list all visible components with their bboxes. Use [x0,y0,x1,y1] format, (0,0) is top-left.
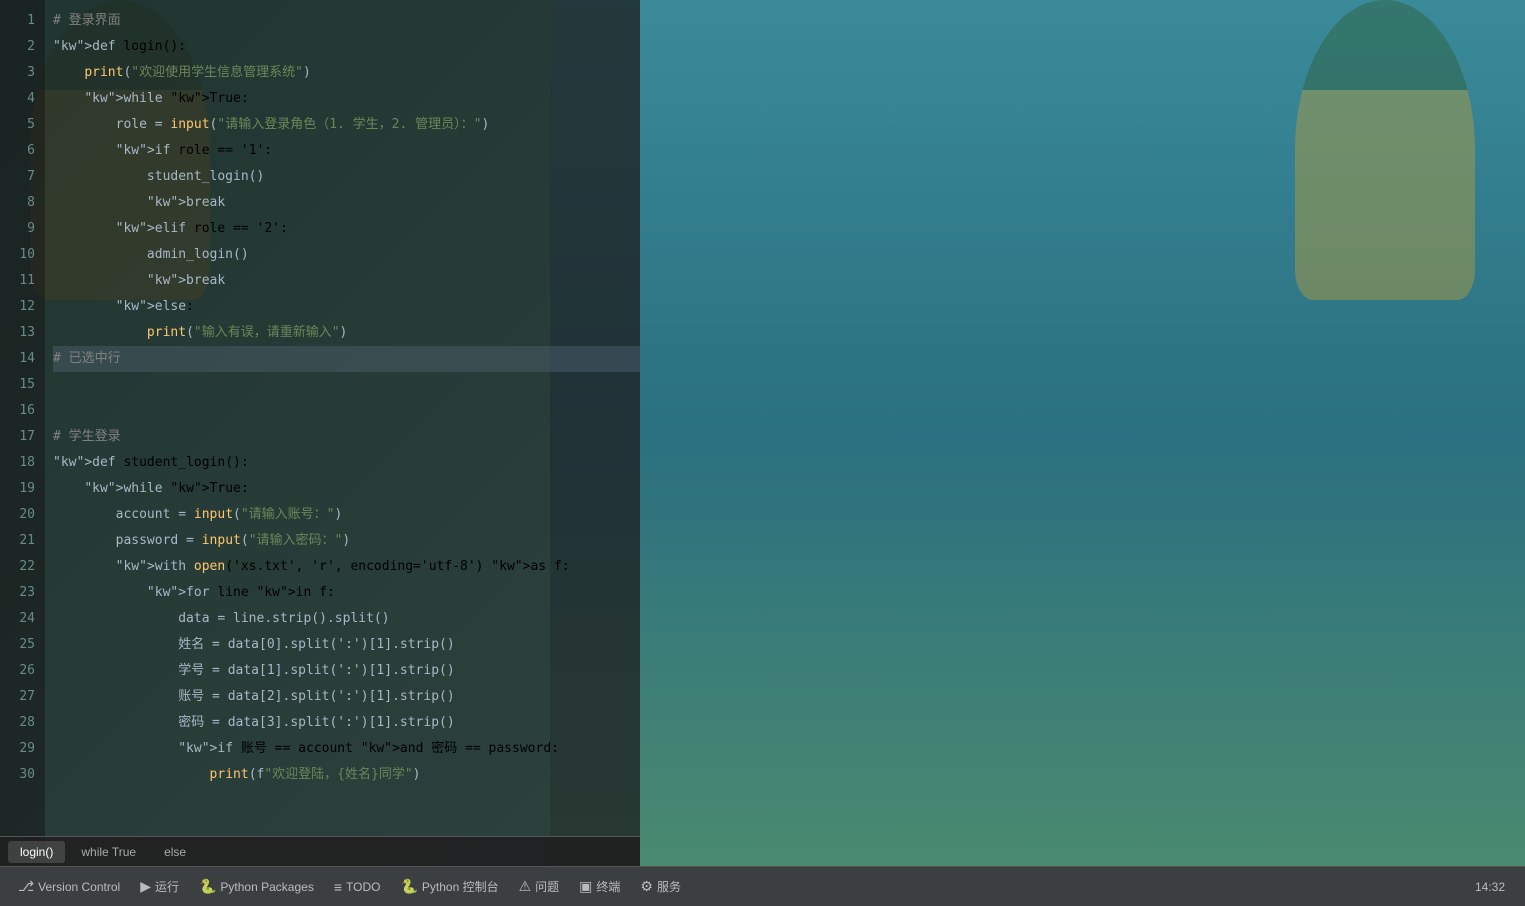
status-icon-2: 🐍 [199,878,216,895]
status-label-0: Version Control [38,880,120,894]
status-icon-7: ⚙ [640,878,653,895]
status-icon-4: 🐍 [400,878,417,895]
status-icon-1: ▶ [140,878,151,895]
clock: 14:32 [1463,880,1517,894]
status-icon-0: ⎇ [18,878,34,895]
editor-tab-0[interactable]: login() [8,841,65,863]
editor-tab-2[interactable]: else [152,841,198,863]
status-item-6[interactable]: ▣终端 [569,878,630,895]
status-item-7[interactable]: ⚙服务 [630,878,691,895]
status-label-3: TODO [346,880,380,894]
line-numbers: 1234567891011121314151617181920212223242… [0,0,45,866]
status-item-5[interactable]: ⚠问题 [509,878,570,895]
status-icon-5: ⚠ [519,878,532,895]
editor-tab-1[interactable]: while True [69,841,148,863]
status-label-2: Python Packages [220,880,313,894]
status-item-0[interactable]: ⎇ Version Control [8,878,130,895]
status-item-4[interactable]: 🐍 Python 控制台 [390,878,508,895]
status-bar: ⎇ Version Control ▶运行 🐍 Python Packages ≡ TODO… [0,866,1525,906]
status-label-1: 运行 [155,878,179,895]
status-item-1[interactable]: ▶运行 [130,878,189,895]
status-label-7: 服务 [657,878,681,895]
status-label-4: Python 控制台 [422,878,499,895]
status-label-6: 终端 [596,878,620,895]
code-editor: 1234567891011121314151617181920212223242… [0,0,640,866]
status-icon-6: ▣ [579,878,592,895]
pineapple-right [1295,0,1475,300]
status-item-3[interactable]: ≡ TODO [324,879,391,895]
status-item-2[interactable]: 🐍 Python Packages [189,878,324,895]
status-icon-3: ≡ [334,879,342,895]
status-label-5: 问题 [535,878,559,895]
code-lines[interactable]: # 登录界面"kw">def login(): print("欢迎使用学生信息管… [45,0,640,866]
code-content: 1234567891011121314151617181920212223242… [0,0,640,866]
editor-tabs: login()while Trueelse [0,836,640,866]
